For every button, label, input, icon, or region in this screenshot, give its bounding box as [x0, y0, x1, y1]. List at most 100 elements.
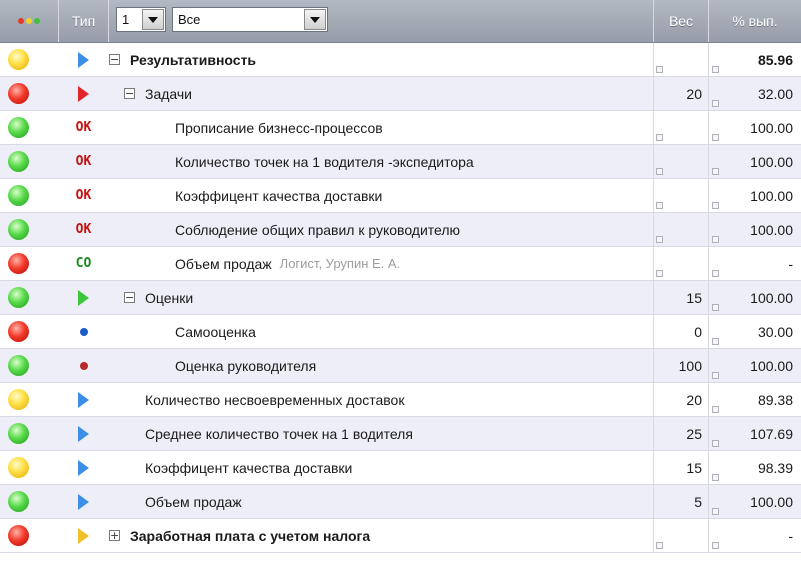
cell-marker-icon — [712, 236, 719, 243]
chevron-down-icon[interactable] — [304, 9, 326, 30]
table-row[interactable]: Оценка руководителя 100 100.00 — [0, 349, 801, 383]
level-select-value: 1 — [122, 12, 130, 27]
filter-select-value: Все — [178, 12, 201, 27]
collapse-icon[interactable]: − — [109, 54, 120, 65]
weight-cell[interactable]: 100 — [653, 349, 708, 382]
weight-cell[interactable]: 20 — [653, 383, 708, 416]
status-cell — [0, 111, 58, 144]
name-cell: Количество несвоевременных доставок — [109, 383, 653, 416]
chevron-down-icon[interactable] — [142, 9, 164, 30]
table-row[interactable]: − Результативность 85.96 — [0, 43, 801, 77]
percent-value: 30.00 — [757, 323, 793, 340]
status-cell — [0, 417, 58, 450]
row-name: Коэффицент качества доставки — [145, 459, 353, 476]
row-name: Соблюдение общих правил к руководителю — [175, 221, 461, 238]
table-row[interactable]: Среднее количество точек на 1 водителя 25… — [0, 417, 801, 451]
cell-marker-icon — [712, 168, 719, 175]
cell-marker-icon — [712, 440, 719, 447]
type-cell — [59, 451, 108, 484]
percent-value: 32.00 — [757, 85, 793, 102]
cell-marker-icon — [656, 236, 663, 243]
cell-marker-icon — [712, 202, 719, 209]
status-lamp-icon — [8, 219, 29, 240]
weight-cell[interactable]: 15 — [653, 281, 708, 314]
type-cell: OK — [59, 213, 108, 246]
table-row[interactable]: OK Коэффицент качества доставки 100.00 — [0, 179, 801, 213]
table-row[interactable]: − Оценки 15 100.00 — [0, 281, 801, 315]
table-row[interactable]: Количество несвоевременных доставок 20 89.… — [0, 383, 801, 417]
name-cell: − Задачи — [109, 77, 653, 110]
weight-cell[interactable]: 25 — [653, 417, 708, 450]
percent-cell: - — [709, 519, 801, 552]
weight-cell[interactable] — [653, 179, 708, 212]
status-cell — [0, 145, 58, 178]
row-name: Оценки — [145, 289, 194, 306]
table-row[interactable]: − Задачи 20 32.00 — [0, 77, 801, 111]
weight-cell[interactable] — [653, 145, 708, 178]
cell-marker-icon — [656, 168, 663, 175]
type-cell — [59, 43, 108, 76]
weight-cell[interactable]: 15 — [653, 451, 708, 484]
row-name: Среднее количество точек на 1 водителя — [145, 425, 413, 442]
percent-cell: 89.38 — [709, 383, 801, 416]
level-select[interactable]: 1 — [116, 7, 166, 32]
play-icon — [78, 425, 89, 442]
percent-value: 85.96 — [757, 51, 793, 68]
weight-cell[interactable]: 20 — [653, 77, 708, 110]
percent-cell: 100.00 — [709, 179, 801, 212]
status-cell — [0, 77, 58, 110]
weight-cell[interactable] — [653, 247, 708, 280]
expand-icon[interactable]: + — [109, 530, 120, 541]
row-name: Результативность — [130, 51, 257, 68]
name-cell: Соблюдение общих правил к руководителю — [109, 213, 653, 246]
weight-cell[interactable] — [653, 213, 708, 246]
collapse-icon[interactable]: − — [124, 88, 135, 99]
status-cell — [0, 383, 58, 416]
status-lamp-icon — [8, 253, 29, 274]
table-row[interactable]: CO Объем продаж Логист, Урупин Е. А. - — [0, 247, 801, 281]
percent-column-header[interactable]: % вып. — [709, 0, 801, 42]
filter-select[interactable]: Все — [172, 7, 328, 32]
weight-cell[interactable]: 0 — [653, 315, 708, 348]
type-cell — [59, 349, 108, 382]
table-row[interactable]: OK Прописание бизнесс-процессов 100.00 — [0, 111, 801, 145]
ok-badge-icon: OK — [75, 154, 92, 169]
weight-column-header[interactable]: Вес — [654, 0, 708, 42]
play-icon — [78, 527, 89, 544]
table-row[interactable]: OK Количество точек на 1 водителя -экспед… — [0, 145, 801, 179]
status-cell — [0, 315, 58, 348]
cell-marker-icon — [656, 66, 663, 73]
name-cell: Среднее количество точек на 1 водителя — [109, 417, 653, 450]
table-row[interactable]: OK Соблюдение общих правил к руководителю… — [0, 213, 801, 247]
percent-cell: 30.00 — [709, 315, 801, 348]
type-cell: OK — [59, 145, 108, 178]
name-cell: Оценка руководителя — [109, 349, 653, 382]
status-lamp-icon — [8, 151, 29, 172]
percent-value: 100.00 — [750, 289, 793, 306]
cell-marker-icon — [656, 542, 663, 549]
collapse-icon[interactable]: − — [124, 292, 135, 303]
status-lamp-icon — [8, 185, 29, 206]
table-row[interactable]: Коэффицент качества доставки 15 98.39 — [0, 451, 801, 485]
percent-cell: 100.00 — [709, 281, 801, 314]
cell-marker-icon — [656, 202, 663, 209]
ok-badge-icon: OK — [75, 222, 92, 237]
status-lamp-icon — [8, 49, 29, 70]
row-name: Количество точек на 1 водителя -экспедит… — [175, 153, 474, 170]
weight-cell[interactable] — [653, 111, 708, 144]
table-row[interactable]: Объем продаж 5 100.00 — [0, 485, 801, 519]
status-cell — [0, 485, 58, 518]
status-column-header[interactable] — [0, 0, 58, 42]
percent-cell: 100.00 — [709, 213, 801, 246]
weight-cell[interactable] — [653, 43, 708, 76]
status-cell — [0, 281, 58, 314]
type-column-header[interactable]: Тип — [59, 0, 108, 42]
row-name: Оценка руководителя — [175, 357, 317, 374]
table-row[interactable]: Самооценка 0 30.00 — [0, 315, 801, 349]
weight-cell[interactable] — [653, 519, 708, 552]
cell-marker-icon — [712, 100, 719, 107]
status-cell — [0, 519, 58, 552]
weight-cell[interactable]: 5 — [653, 485, 708, 518]
row-name: Прописание бизнесс-процессов — [175, 119, 383, 136]
table-row[interactable]: + Заработная плата с учетом налога - — [0, 519, 801, 553]
